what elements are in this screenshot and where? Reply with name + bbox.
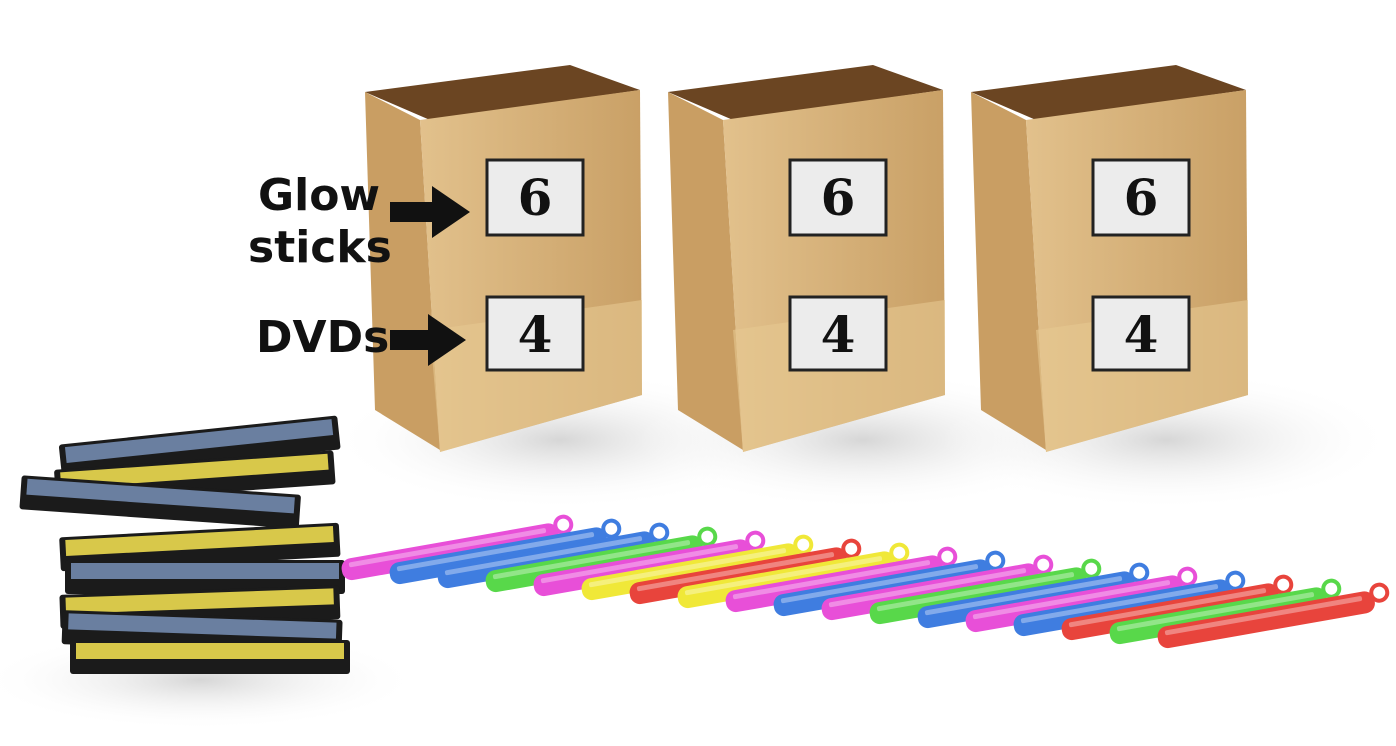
dvd-stack xyxy=(19,415,350,674)
glow-sticks xyxy=(341,514,1390,649)
dvd-case xyxy=(70,640,350,674)
glow-count: 6 xyxy=(821,168,856,227)
glow-count: 6 xyxy=(1124,168,1159,227)
illustration: 646464 Glow sticks DVDs xyxy=(0,65,1396,730)
dvd-count: 4 xyxy=(518,305,553,364)
glow-sticks-label-line2: sticks xyxy=(248,222,392,273)
dvds-label: DVDs xyxy=(256,312,389,363)
paper-bag: 64 xyxy=(936,65,1396,510)
dvd-count: 4 xyxy=(821,305,856,364)
glow-count: 6 xyxy=(518,168,553,227)
dvd-count: 4 xyxy=(1124,305,1159,364)
glow-sticks-label-line1: Glow xyxy=(258,170,380,221)
